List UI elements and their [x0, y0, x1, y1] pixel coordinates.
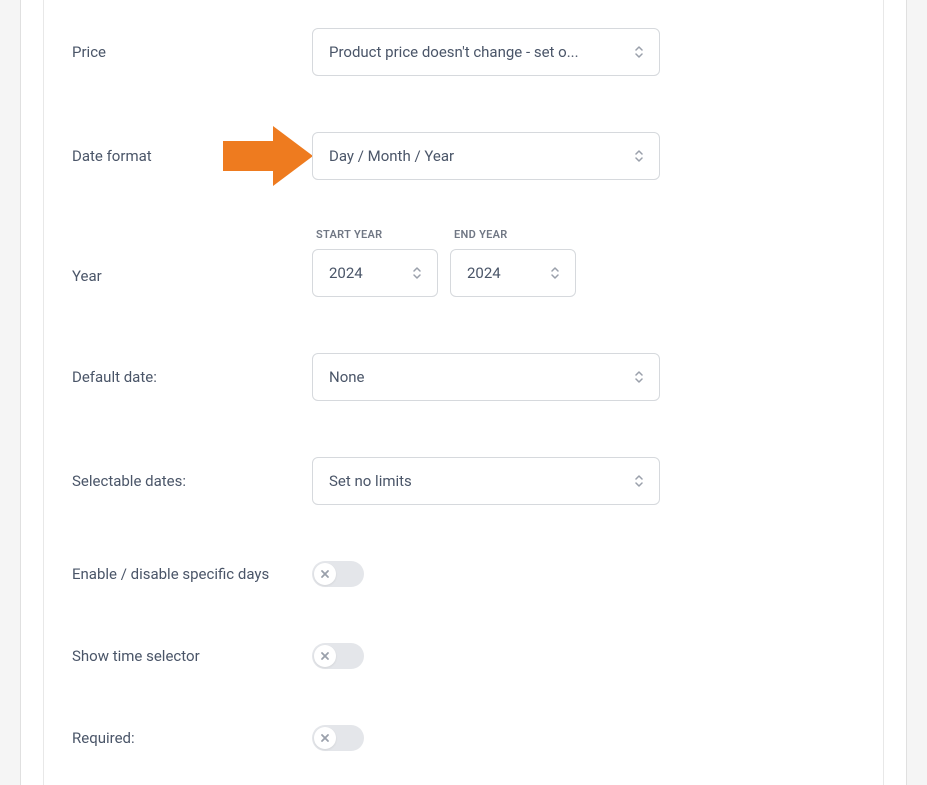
row-price: Price Product price doesn't change - set…	[72, 0, 855, 104]
chevron-updown-icon	[633, 148, 645, 164]
control-date-format: Day / Month / Year	[312, 132, 855, 180]
close-icon	[320, 733, 330, 743]
label-price: Price	[72, 43, 312, 61]
year-group: START YEAR 2024 END YEAR 2024	[312, 228, 855, 297]
toggle-knob	[314, 645, 336, 667]
chevron-updown-icon	[549, 265, 561, 281]
chevron-updown-icon	[633, 369, 645, 385]
row-year: Year START YEAR 2024 END YEAR	[72, 208, 855, 325]
control-specific-days	[312, 561, 855, 587]
close-icon	[320, 651, 330, 661]
select-selectable-dates-value: Set no limits	[329, 472, 619, 490]
end-year-item: END YEAR 2024	[450, 228, 576, 297]
select-selectable-dates[interactable]: Set no limits	[312, 457, 660, 505]
control-selectable-dates: Set no limits	[312, 457, 855, 505]
control-time-selector	[312, 643, 855, 669]
start-year-sublabel: START YEAR	[316, 228, 438, 241]
select-end-year[interactable]: 2024	[450, 249, 576, 297]
row-time-selector: Show time selector	[72, 615, 855, 697]
row-specific-days: Enable / disable specific days	[72, 533, 855, 615]
control-required	[312, 725, 855, 751]
start-year-item: START YEAR 2024	[312, 228, 438, 297]
close-icon	[320, 569, 330, 579]
chevron-updown-icon	[633, 473, 645, 489]
select-default-date[interactable]: None	[312, 353, 660, 401]
row-date-format: Date format Day / Month / Year	[72, 104, 855, 208]
label-year: Year	[72, 267, 312, 297]
label-date-format: Date format	[72, 147, 312, 165]
toggle-time-selector[interactable]	[312, 643, 364, 669]
select-start-year[interactable]: 2024	[312, 249, 438, 297]
row-selectable-dates: Selectable dates: Set no limits	[72, 429, 855, 533]
select-date-format-value: Day / Month / Year	[329, 147, 619, 165]
row-required: Required:	[72, 697, 855, 779]
label-time-selector: Show time selector	[72, 647, 312, 665]
label-specific-days: Enable / disable specific days	[72, 565, 312, 583]
control-year: START YEAR 2024 END YEAR 2024	[312, 228, 855, 297]
settings-panel: Price Product price doesn't change - set…	[43, 0, 884, 785]
end-year-sublabel: END YEAR	[454, 228, 576, 241]
control-price: Product price doesn't change - set o...	[312, 28, 855, 76]
select-price[interactable]: Product price doesn't change - set o...	[312, 28, 660, 76]
label-required: Required:	[72, 729, 312, 747]
toggle-knob	[314, 563, 336, 585]
toggle-specific-days[interactable]	[312, 561, 364, 587]
chevron-updown-icon	[411, 265, 423, 281]
toggle-knob	[314, 727, 336, 749]
settings-panel-outer: Price Product price doesn't change - set…	[20, 0, 907, 785]
select-price-value: Product price doesn't change - set o...	[329, 43, 619, 61]
select-start-year-value: 2024	[329, 264, 397, 282]
label-default-date: Default date:	[72, 368, 312, 386]
row-default-date: Default date: None	[72, 325, 855, 429]
select-date-format[interactable]: Day / Month / Year	[312, 132, 660, 180]
control-default-date: None	[312, 353, 855, 401]
select-default-date-value: None	[329, 368, 619, 386]
select-end-year-value: 2024	[467, 264, 535, 282]
toggle-required[interactable]	[312, 725, 364, 751]
label-selectable-dates: Selectable dates:	[72, 472, 312, 490]
chevron-updown-icon	[633, 44, 645, 60]
